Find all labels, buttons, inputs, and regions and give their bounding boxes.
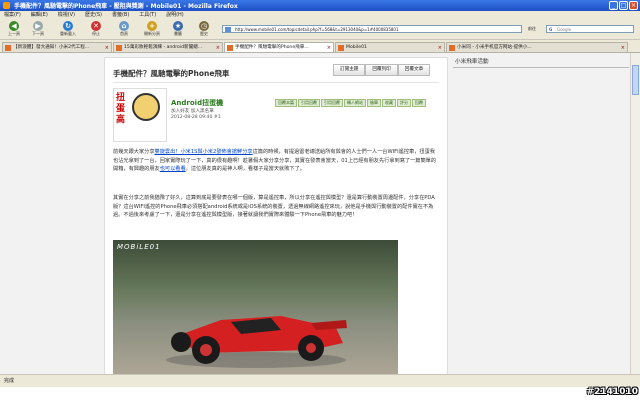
menu-history[interactable]: 歷史(S) <box>81 11 106 20</box>
reload-label: 重新載入 <box>60 31 76 36</box>
subscribe-button[interactable]: 訂閱主題 <box>333 64 366 76</box>
new-tab-button[interactable]: + 開新分頁 <box>140 21 164 37</box>
reply-print-button[interactable]: 回覆列印 <box>365 64 398 76</box>
history-icon: ◷ <box>199 21 209 31</box>
user-actions[interactable]: 加入好友 加入黑名單 <box>171 108 214 114</box>
close-tab-icon[interactable]: × <box>216 43 220 52</box>
reply-button[interactable]: 回覆文章 <box>397 64 431 76</box>
rc-car-photo: MOBiLE01 <box>113 240 398 375</box>
avatar-text: 扭蛋高 <box>116 93 126 125</box>
menu-view[interactable]: 檢視(V) <box>54 11 79 20</box>
post-action[interactable]: 評分 <box>397 99 411 107</box>
see-also-link[interactable]: 也可以看看 <box>160 166 186 172</box>
close-button[interactable]: × <box>629 1 638 10</box>
forward-button[interactable]: ▶ 下一頁 <box>26 21 50 37</box>
avatar[interactable]: 扭蛋高 <box>113 88 167 142</box>
menu-tools[interactable]: 工具(T) <box>135 11 160 20</box>
address-bar[interactable]: http://www.mobile01.com/topicdetail.php?… <box>222 25 522 33</box>
minimize-button[interactable]: _ <box>609 1 618 10</box>
menu-file[interactable]: 檔案(F) <box>0 11 25 20</box>
cartoon-face-icon <box>132 93 160 121</box>
new-tab-icon: + <box>147 21 157 31</box>
tab-phone-car[interactable]: 手機配件？風馳電擊的Phone飛車... × <box>224 42 334 52</box>
menu-edit[interactable]: 編輯(E) <box>27 11 52 20</box>
tab-sina[interactable]: 【新浪體】發大通知！小米2代工程... × <box>2 42 112 52</box>
post-action[interactable]: 檢舉 <box>367 99 381 107</box>
post-action[interactable]: 回覆 <box>412 99 426 107</box>
new-tab-label: 開新分頁 <box>144 31 160 36</box>
window-title: 手機配件？風馳電擊的Phone飛車 - 壓阻與獎謝 - Mobile01 - M… <box>14 3 238 10</box>
tab-bar: 【新浪體】發大通知！小米2代工程... × 15萬彩妝輕鬆演練 - android… <box>0 40 640 53</box>
post-actions: 回覆本篇 引用回覆 引用回覆 轉人網站 檢舉 收藏 評分 回覆 <box>275 99 443 107</box>
bookmarks-label: 書籤 <box>174 31 182 36</box>
tab-label: 【新浪體】發大通知！小米2代工程... <box>13 45 90 50</box>
image-id-watermark: #2141010 <box>586 387 638 397</box>
reload-icon: ↻ <box>63 21 73 31</box>
post-action[interactable]: 引用回覆 <box>321 99 343 107</box>
home-icon: ⌂ <box>119 21 129 31</box>
status-bar: 完成 <box>0 374 640 387</box>
username[interactable]: Android扭蛋機 <box>171 98 223 108</box>
post-action[interactable]: 收藏 <box>382 99 396 107</box>
xiaomi-launch-link[interactable]: 雙旋雲出！小米1S與小米2發佈會搶鮮分享 <box>155 149 253 155</box>
home-button[interactable]: ⌂ 首頁 <box>112 21 136 37</box>
close-tab-icon[interactable]: × <box>438 43 442 52</box>
tab-label: Mobile01 <box>346 45 367 50</box>
close-tab-icon[interactable]: × <box>327 43 331 52</box>
bookmarks-button[interactable]: ★ 書籤 <box>166 21 190 37</box>
menu-help[interactable]: 說明(H) <box>162 11 188 20</box>
sidebar: 小米飛車活動 <box>453 57 629 68</box>
close-tab-icon[interactable]: × <box>105 43 109 52</box>
post-paragraph-1: 前幾天跟大家分享雙旋雲出！小米1S與小米2發佈會搶鮮分享這篇的時候，有提過雷老總… <box>113 148 439 174</box>
post-action[interactable]: 回覆本篇 <box>275 99 297 107</box>
window-title-bar: 手機配件？風馳電擊的Phone飛車 - 壓阻與獎謝 - Mobile01 - M… <box>0 0 640 11</box>
bookmark-icon: ★ <box>173 21 183 31</box>
close-tab-icon[interactable]: × <box>621 43 625 52</box>
forward-label: 下一頁 <box>32 31 44 36</box>
home-label: 首頁 <box>120 31 128 36</box>
tab-xiaomi[interactable]: 小米同 - 小米手机官方网站·提供小... × <box>446 42 628 52</box>
tab-android-news[interactable]: 15萬彩妝輕鬆演練 - android新聞總... × <box>113 42 223 52</box>
divider <box>113 82 439 83</box>
history-label: 歷史 <box>200 31 208 36</box>
stop-label: 停止 <box>92 31 100 36</box>
back-button[interactable]: ◀ 上一頁 <box>2 21 26 37</box>
sidebar-header: 小米飛車活動 <box>453 57 629 68</box>
reload-button[interactable]: ↻ 重新載入 <box>56 21 80 37</box>
maximize-button[interactable]: □ <box>619 1 628 10</box>
menu-bookmarks[interactable]: 書籤(B) <box>108 11 133 20</box>
navigation-toolbar: ◀ 上一頁 ▶ 下一頁 ↻ 重新載入 ✕ 停止 ⌂ 首頁 + 開新分頁 ★ 書籤 ◷ 歷史 ht… <box>0 20 640 40</box>
photo-watermark: MOBiLE01 <box>117 243 161 251</box>
forward-arrow-icon: ▶ <box>33 21 43 31</box>
status-text: 完成 <box>4 378 15 384</box>
back-label: 上一頁 <box>8 31 20 36</box>
page-content: 手機配件？風馳電擊的Phone飛車 訂閱主題 回覆列印 回覆文章 扭蛋高 And… <box>0 53 640 376</box>
tab-mobile01[interactable]: Mobile01 × <box>335 42 445 52</box>
rc-car-image <box>166 316 347 368</box>
paragraph-text: 前幾天跟大家分享 <box>113 149 155 155</box>
firefox-icon <box>3 2 10 9</box>
stop-button[interactable]: ✕ 停止 <box>84 21 108 37</box>
scrollbar-thumb[interactable] <box>632 65 639 95</box>
post-action[interactable]: 轉人網站 <box>344 99 366 107</box>
back-arrow-icon: ◀ <box>9 21 19 31</box>
forum-post: 手機配件？風馳電擊的Phone飛車 訂閱主題 回覆列印 回覆文章 扭蛋高 And… <box>104 57 448 376</box>
paragraph-text: 。這位朋友真的是神人啊，看樣子是當天就敗下了。 <box>185 166 305 172</box>
go-button[interactable]: 前往 <box>524 25 540 33</box>
search-input[interactable]: Google <box>546 25 634 34</box>
post-action[interactable]: 引用回覆 <box>298 99 320 107</box>
stop-icon: ✕ <box>91 21 101 31</box>
vertical-scrollbar[interactable] <box>630 53 640 374</box>
tab-label: 15萬彩妝輕鬆演練 - android新聞總... <box>124 45 203 50</box>
post-title: 手機配件？風馳電擊的Phone飛車 <box>113 69 230 78</box>
post-date: 2012-08-28 09:40 #1 <box>171 115 221 120</box>
tab-label: 小米同 - 小米手机官方网站·提供小... <box>457 45 532 50</box>
tab-label: 手機配件？風馳電擊的Phone飛車... <box>235 45 309 50</box>
post-paragraph-2: 其實在分享之前我猶豫了好久，這算到底是要發表在哪一個版，算是遙控車，所以分享在遙… <box>113 195 435 218</box>
history-button[interactable]: ◷ 歷史 <box>192 21 216 37</box>
